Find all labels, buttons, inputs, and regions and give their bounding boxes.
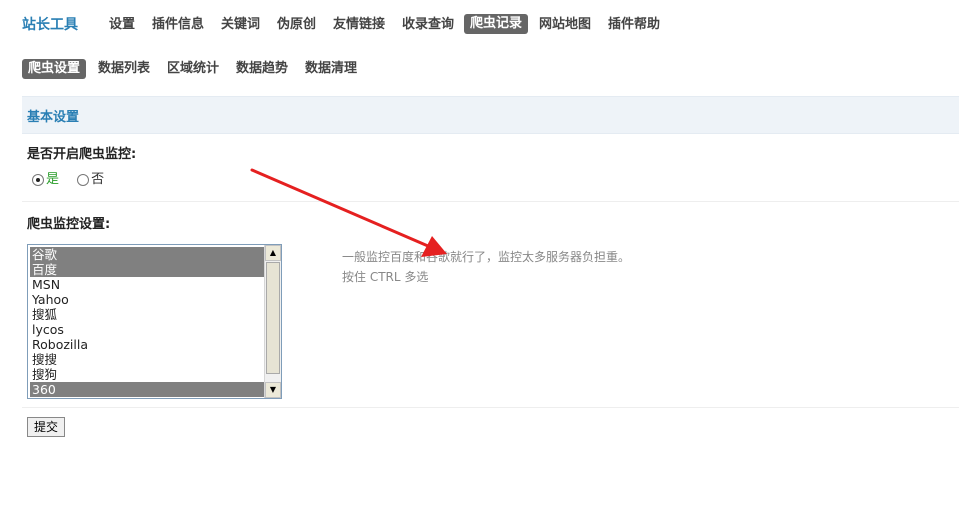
hint-text: 一般监控百度和谷歌就行了，监控太多服务器负担重。 (342, 250, 631, 264)
crawler-option[interactable]: 谷歌 (30, 247, 265, 262)
nav-item-plugin-info[interactable]: 插件信息 (152, 15, 204, 35)
crawler-option[interactable]: lycos (30, 322, 265, 337)
scroll-down-icon[interactable]: ▼ (265, 382, 281, 398)
nav-item-plugin-help[interactable]: 插件帮助 (608, 15, 660, 35)
basic-settings-header: 基本设置 (22, 96, 959, 134)
crawler-option[interactable]: MSN (30, 277, 265, 292)
crawler-settings-label: 爬虫监控设置: (27, 217, 111, 232)
top-navigation: 站长工具 设置 插件信息 关键词 伪原创 友情链接 收录查询 爬虫记录 网站地图… (0, 0, 959, 50)
scroll-thumb[interactable] (266, 262, 280, 374)
crawler-option[interactable]: 360 (30, 382, 265, 397)
monitor-radio-group: 是 否 (32, 171, 118, 189)
scroll-up-icon[interactable]: ▲ (265, 245, 281, 261)
subnav-item-crawler-settings[interactable]: 爬虫设置 (22, 59, 87, 79)
nav-item-index-query[interactable]: 收录查询 (402, 15, 454, 35)
brand-title: 站长工具 (22, 17, 78, 33)
listbox-scrollbar[interactable]: ▲ ▼ (264, 245, 281, 398)
crawler-option[interactable]: 搜搜 (30, 352, 265, 367)
nav-item-friend-links[interactable]: 友情链接 (333, 15, 385, 35)
submit-button[interactable]: 提交 (27, 417, 66, 437)
crawler-option[interactable]: Yahoo (30, 292, 265, 307)
radio-no-label[interactable]: 否 (91, 172, 104, 187)
subnav-item-data-cleanup[interactable]: 数据清理 (305, 59, 357, 79)
monitor-toggle-label: 是否开启爬虫监控: (27, 147, 137, 162)
subnav-item-region-stats[interactable]: 区域统计 (167, 59, 219, 79)
radio-yes[interactable] (32, 174, 44, 186)
crawler-option[interactable]: 搜狐 (30, 307, 265, 322)
crawler-option[interactable]: 搜狗 (30, 367, 265, 382)
nav-item-keywords[interactable]: 关键词 (221, 15, 260, 35)
subnav-item-data-trend[interactable]: 数据趋势 (236, 59, 288, 79)
crawler-option-list: 谷歌 百度 MSN Yahoo 搜狐 lycos Robozilla 搜搜 搜狗 360 (30, 247, 265, 397)
multiselect-hint: 按住 CTRL 多选 (342, 270, 429, 284)
nav-item-sitemap[interactable]: 网站地图 (539, 15, 591, 35)
nav-item-pseudo-original[interactable]: 伪原创 (277, 15, 316, 35)
panel-title: 基本设置 (27, 110, 80, 125)
radio-no[interactable] (77, 174, 90, 186)
nav-item-crawler-log[interactable]: 爬虫记录 (464, 14, 529, 34)
subnav-item-data-list[interactable]: 数据列表 (98, 59, 150, 79)
crawler-option[interactable]: Robozilla (30, 337, 265, 352)
divider (22, 201, 959, 202)
crawler-multiselect[interactable]: 谷歌 百度 MSN Yahoo 搜狐 lycos Robozilla 搜搜 搜狗 360 ▲ ▼ (27, 244, 282, 399)
nav-item-settings[interactable]: 设置 (109, 15, 135, 35)
crawler-option[interactable]: 百度 (30, 262, 265, 277)
divider (22, 407, 959, 408)
radio-yes-label[interactable]: 是 (46, 172, 59, 187)
